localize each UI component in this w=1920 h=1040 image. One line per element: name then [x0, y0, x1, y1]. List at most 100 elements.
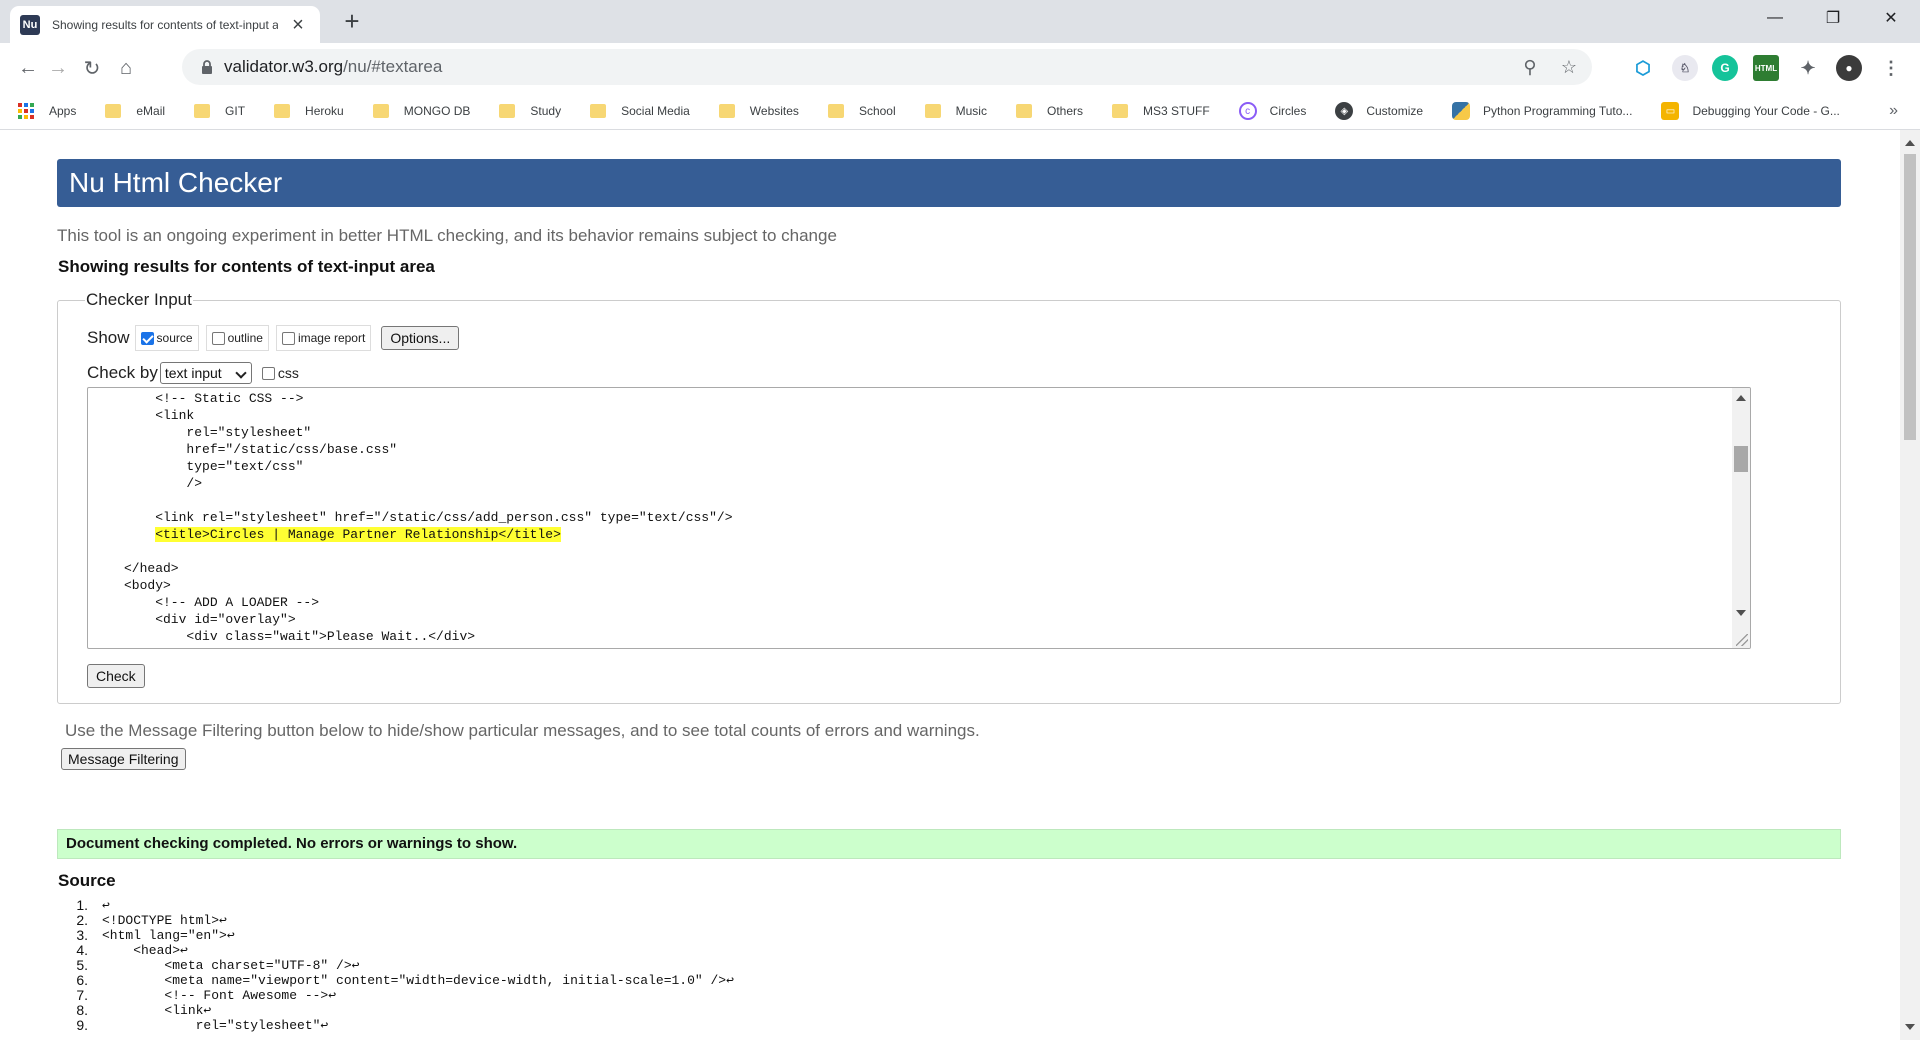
line-text: ↩ — [102, 898, 110, 913]
show-label: Show — [87, 328, 130, 347]
html-input-textarea[interactable]: <!-- Static CSS --> <link rel="styleshee… — [87, 387, 1751, 649]
source-line: 4. <head>↩ — [70, 942, 734, 959]
scroll-up-arrow-icon[interactable] — [1905, 140, 1915, 146]
line-text: <link↩ — [102, 1003, 212, 1018]
line-number: 6. — [76, 972, 88, 988]
scroll-down-arrow-icon[interactable] — [1905, 1024, 1915, 1030]
code-line: type="text/css" — [124, 459, 304, 474]
menu-dots-icon[interactable]: ⋮ — [1878, 55, 1904, 81]
folder-icon — [105, 104, 122, 118]
profile-avatar[interactable]: ● — [1836, 55, 1862, 81]
source-checkbox[interactable] — [140, 331, 154, 345]
reload-icon[interactable]: ↻ — [78, 54, 106, 82]
tool-description: This tool is an ongoing experiment in be… — [57, 226, 837, 245]
code-line: <!-- ADD A LOADER --> — [124, 595, 320, 610]
circles-icon: c — [1238, 102, 1257, 120]
bookmark-mongodb[interactable]: MONGO DB — [372, 104, 470, 118]
outline-checkbox[interactable] — [211, 331, 225, 345]
html-validator-icon[interactable]: HTML — [1753, 55, 1779, 81]
bookmark-git[interactable]: GIT — [194, 104, 245, 118]
line-text: <head>↩ — [102, 943, 188, 958]
resize-grip-icon[interactable] — [1736, 634, 1748, 646]
bookmark-websites[interactable]: Websites — [718, 104, 799, 118]
page-scrollbar[interactable] — [1900, 130, 1920, 1040]
check-by-select[interactable]: text input — [159, 362, 252, 384]
check-by-label: Check by — [87, 363, 158, 382]
new-tab-icon[interactable]: + — [340, 7, 364, 35]
line-text: <!DOCTYPE html>↩ — [102, 913, 227, 928]
unicorn-extension-icon[interactable]: ♘ — [1672, 55, 1698, 81]
restore-icon[interactable]: ❐ — [1804, 0, 1862, 36]
highlighted-title-tag: <title>Circles | Manage Partner Relation… — [155, 527, 561, 542]
source-line: 1. ↩ — [70, 897, 734, 914]
check-button[interactable]: Check — [87, 664, 145, 688]
home-icon[interactable]: ⌂ — [112, 54, 140, 82]
line-text: <meta charset="UTF-8" />↩ — [102, 958, 360, 973]
back-icon[interactable]: ← — [14, 54, 42, 82]
close-window-icon[interactable]: ✕ — [1862, 0, 1920, 36]
results-heading: Showing results for contents of text-inp… — [58, 257, 435, 276]
folder-icon — [1112, 104, 1128, 118]
forward-icon[interactable]: → — [44, 54, 72, 82]
css-checkbox[interactable] — [261, 366, 275, 380]
message-filtering-button[interactable]: Message Filtering — [61, 748, 186, 770]
bookmark-customize[interactable]: ◈ Customize — [1335, 102, 1423, 120]
code-line: <link — [124, 408, 195, 423]
source-line: 8. <link↩ — [70, 1003, 734, 1019]
bookmark-ms3-stuff[interactable]: MS3 STUFF — [1112, 104, 1210, 118]
bookmark-python[interactable]: Python Programming Tuto... — [1452, 102, 1632, 120]
bookmark-circles[interactable]: c Circles — [1238, 102, 1306, 120]
bookmark-school[interactable]: School — [827, 104, 896, 118]
line-text: rel="stylesheet"↩ — [102, 1018, 329, 1033]
bookmark-others[interactable]: Others — [1015, 104, 1083, 118]
grammarly-icon[interactable]: G — [1712, 55, 1738, 81]
code-line: <body> — [124, 578, 171, 593]
line-text: <!-- Font Awesome -->↩ — [102, 988, 337, 1003]
folder-icon — [924, 104, 941, 118]
folder-icon — [194, 104, 211, 118]
source-line: 2. <!DOCTYPE html>↩ — [70, 913, 734, 929]
textarea-scrollbar[interactable] — [1732, 388, 1750, 648]
close-tab-icon[interactable]: × — [290, 15, 306, 35]
bookmark-star-icon[interactable]: ☆ — [1558, 56, 1580, 78]
bookmark-heroku[interactable]: Heroku — [274, 104, 344, 118]
source-option[interactable]: source — [134, 325, 199, 351]
source-line: 5. <meta charset="UTF-8" />↩ — [70, 957, 734, 974]
bookmark-apps[interactable]: Apps — [18, 103, 76, 119]
image-report-checkbox[interactable] — [281, 331, 295, 345]
line-number: 1. — [76, 897, 88, 913]
bookmark-study[interactable]: Study — [499, 104, 561, 118]
address-bar[interactable]: validator.w3.org/nu/#textarea ⚲ ☆ — [182, 49, 1592, 85]
outline-option[interactable]: outline — [205, 325, 269, 351]
page-scroll-thumb[interactable] — [1904, 154, 1916, 440]
minimize-icon[interactable]: — — [1746, 0, 1804, 36]
source-listing: 1. ↩ 2. <!DOCTYPE html>↩ 3. <html lang="en">↩… — [70, 897, 734, 1034]
check-by-row: Check by text input css — [87, 362, 299, 384]
line-number: 5. — [76, 957, 88, 973]
browser-tab[interactable]: Nu Showing results for contents of text-… — [10, 6, 320, 43]
source-line: 9. rel="stylesheet"↩ — [70, 1017, 734, 1034]
extensions-puzzle-icon[interactable]: ✦ — [1795, 55, 1821, 81]
bookmark-email[interactable]: eMail — [105, 104, 165, 118]
w3c-favicon-icon: Nu — [20, 14, 40, 35]
code-line: /> — [124, 476, 203, 491]
scroll-down-arrow-icon[interactable] — [1736, 610, 1746, 616]
hexagon-extension-icon[interactable]: ⬡ — [1630, 55, 1656, 81]
bookmark-social-media[interactable]: Social Media — [590, 104, 690, 118]
scroll-thumb[interactable] — [1734, 446, 1748, 472]
slides-icon: ▭ — [1661, 102, 1680, 120]
chevron-right-icon[interactable]: » — [1889, 102, 1898, 120]
bookmark-music[interactable]: Music — [924, 104, 987, 118]
tab-title: Showing results for contents of text-inp… — [52, 17, 278, 32]
zoom-icon[interactable]: ⚲ — [1519, 56, 1541, 78]
bookmark-debugging[interactable]: ▭ Debugging Your Code - G... — [1661, 102, 1840, 120]
page-content: Nu Html Checker This tool is an ongoing … — [0, 130, 1900, 1040]
options-button[interactable]: Options... — [381, 326, 460, 350]
line-number: 9. — [76, 1017, 88, 1033]
css-option[interactable]: css — [261, 365, 299, 381]
scroll-up-arrow-icon[interactable] — [1736, 395, 1746, 401]
show-options-row: Show source outline image report Options… — [87, 325, 460, 351]
image-report-option[interactable]: image report — [275, 325, 372, 351]
line-number: 4. — [76, 942, 88, 958]
